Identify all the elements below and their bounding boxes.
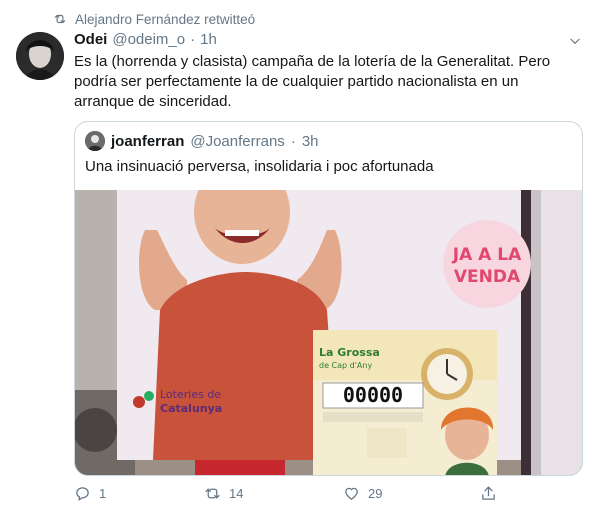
svg-text:Catalunya: Catalunya — [160, 402, 222, 415]
reply-count: 1 — [99, 486, 107, 501]
tweet: Odei @odeim_o · 1h Es la (horrenda y cla… — [74, 31, 580, 112]
quoted-tweet-text: Una insinuació perversa, insolidaria i p… — [85, 158, 434, 175]
tweet-actions: 1 14 29 — [74, 485, 504, 505]
svg-text:VENDA: VENDA — [454, 267, 521, 287]
timestamp[interactable]: 1h — [200, 31, 217, 48]
quoted-tweet-header: joanferran @Joanferrans · 3h — [85, 131, 319, 151]
share-action[interactable] — [480, 485, 497, 502]
like-count: 29 — [368, 486, 383, 501]
retweet-icon — [54, 14, 66, 24]
quoted-author-name: joanferran — [111, 132, 185, 150]
separator: · — [290, 132, 296, 150]
retweet-context: Alejandro Fernández retwitteó — [53, 10, 255, 28]
quoted-tweet[interactable]: joanferran @Joanferrans · 3h Una insinua… — [74, 121, 583, 476]
avatar[interactable] — [16, 32, 64, 80]
quoted-avatar — [85, 131, 105, 151]
svg-text:de Cap d'Any: de Cap d'Any — [319, 361, 372, 370]
svg-text:JA A LA: JA A LA — [452, 245, 522, 265]
quoted-author-handle: @Joanferrans — [190, 132, 285, 150]
tweet-header: Odei @odeim_o · 1h — [74, 31, 578, 51]
svg-text:Loteries de: Loteries de — [160, 388, 221, 401]
like-action[interactable]: 29 — [343, 485, 382, 502]
heart-icon[interactable] — [343, 485, 360, 502]
chevron-down-icon[interactable] — [568, 34, 582, 48]
share-icon[interactable] — [480, 485, 497, 502]
author-name[interactable]: Odei — [74, 31, 107, 48]
reply-action[interactable]: 1 — [74, 485, 106, 502]
retweet-count: 14 — [229, 486, 244, 501]
svg-text:00000: 00000 — [343, 383, 403, 407]
quoted-timestamp: 3h — [301, 132, 319, 150]
quoted-tweet-image[interactable]: JA A LA VENDA Loteries de Catalunya La G… — [75, 190, 583, 476]
author-handle[interactable]: @odeim_o — [112, 31, 185, 48]
retweet-action[interactable]: 14 — [204, 485, 243, 502]
separator: · — [190, 31, 196, 48]
retweet-icon[interactable] — [204, 485, 221, 502]
retweet-context-label[interactable]: Alejandro Fernández retwitteó — [75, 12, 255, 27]
tweet-text: Es la (horrenda y clasista) campaña de l… — [74, 53, 551, 110]
svg-text:La Grossa: La Grossa — [319, 346, 380, 359]
reply-icon[interactable] — [74, 485, 91, 502]
